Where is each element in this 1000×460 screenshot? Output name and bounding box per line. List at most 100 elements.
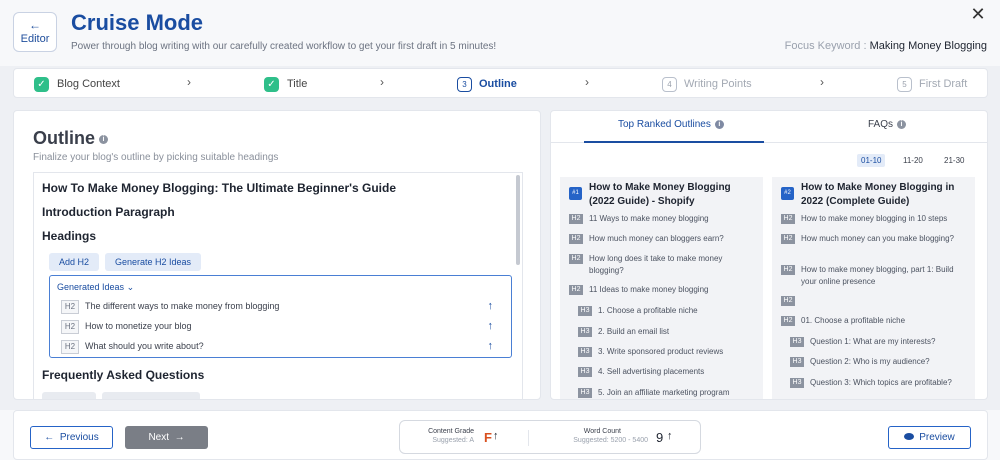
outline-row[interactable]: H3 4. Sell advertising placements: [578, 366, 758, 378]
tab-top-ranked-outlines[interactable]: Top Ranked Outlines i: [618, 119, 724, 130]
range-11-20[interactable]: 11-20: [899, 154, 927, 167]
content-stats: Content Grade Suggested: A F ↑ Word Coun…: [399, 420, 701, 454]
outline-row[interactable]: H2 How to make money blogging in 10 steps: [781, 213, 971, 225]
word-count-suggested: Suggested: 5200 - 5400: [573, 437, 648, 444]
info-icon: i: [897, 119, 907, 129]
step-label: Writing Points: [684, 78, 752, 90]
add-h2-button[interactable]: Add H2: [49, 253, 100, 271]
blog-title[interactable]: How To Make Money Blogging: The Ultimate…: [42, 181, 396, 195]
footer: ← Previous Next → Content Grade Suggeste…: [0, 410, 1000, 460]
range-01-10[interactable]: 01-10: [857, 154, 886, 167]
info-icon[interactable]: i: [99, 134, 108, 144]
tab-faqs[interactable]: FAQs i: [868, 119, 907, 130]
grade-label: Content Grade: [428, 428, 474, 435]
h3-tag: H3: [578, 367, 592, 377]
outline-row[interactable]: H2 11 Ways to make money blogging: [569, 213, 759, 225]
active-tab-indicator: [584, 141, 764, 143]
h2-tag: H2: [781, 316, 795, 326]
arrow-up-icon: ↑: [667, 430, 673, 442]
h2-tag: H2: [569, 234, 583, 244]
step-blog-context[interactable]: ✓ Blog Context: [34, 76, 120, 92]
outline-hint: Finalize your blog's outline by picking …: [33, 152, 279, 163]
rank-badge: #2: [781, 187, 794, 200]
focus-keyword-value: Making Money Blogging: [869, 40, 987, 52]
h2-tag: H2: [569, 285, 583, 295]
generated-ideas-box: Generated Ideas ⌄ H2 The different ways t…: [49, 275, 512, 358]
outline-row[interactable]: H3 5. Join an affiliate marketing program: [578, 387, 758, 399]
faq-heading: Frequently Asked Questions: [42, 368, 205, 382]
idea-item: H2 The different ways to make money from …: [61, 298, 501, 314]
divider: [528, 430, 529, 446]
outline-row[interactable]: H3 Question 1: What are my interests?: [790, 336, 970, 348]
step-label: First Draft: [919, 78, 968, 90]
outline-panel: Outline i Finalize your blog's outline by…: [13, 110, 541, 400]
outline-row[interactable]: H2 11 Ideas to make money blogging: [569, 284, 759, 296]
intro-heading[interactable]: Introduction Paragraph: [42, 205, 175, 219]
card-title[interactable]: How to Make Money Blogging (2022 Guide) …: [589, 181, 759, 209]
outline-editor[interactable]: How To Make Money Blogging: The Ultimate…: [33, 172, 523, 399]
h3-tag: H3: [578, 327, 592, 337]
faq-chip[interactable]: [102, 392, 200, 399]
previous-button[interactable]: ← Previous: [30, 426, 113, 449]
rank-badge: #1: [569, 187, 582, 200]
generate-h2-ideas-button[interactable]: Generate H2 Ideas: [105, 253, 202, 271]
eye-icon: [904, 432, 915, 440]
generated-ideas-toggle[interactable]: Generated Ideas ⌄: [57, 282, 134, 293]
research-panel: Top Ranked Outlines i FAQs i 01-10 11-20 2…: [550, 110, 988, 400]
h2-tag: H2: [61, 339, 79, 354]
step-title[interactable]: ✓ Title: [264, 76, 307, 92]
outline-row[interactable]: H3 Question 2: Who is my audience?: [790, 356, 970, 368]
outline-row[interactable]: H2 How long does it take to make money bl…: [569, 253, 759, 277]
grade-value: F: [484, 430, 492, 445]
outline-row[interactable]: H2 How much money can bloggers earn?: [569, 233, 759, 245]
outline-card: #2 How to Make Money Blogging in 2022 (C…: [772, 177, 975, 399]
outline-row[interactable]: H3 1. Choose a profitable niche: [578, 305, 758, 317]
h2-tag: H2: [781, 265, 795, 275]
arrow-up-icon: ↑: [493, 430, 499, 442]
arrow-left-icon: ←: [29, 18, 41, 32]
scrollbar[interactable]: [516, 175, 520, 265]
card-title[interactable]: How to Make Money Blogging in 2022 (Comp…: [801, 181, 971, 209]
check-icon: ✓: [264, 76, 279, 92]
outline-row[interactable]: H2 How much money can you make blogging?: [781, 233, 971, 245]
h3-tag: H3: [790, 357, 804, 367]
workflow-steps: ✓ Blog Context › ✓ Title › 3 Outline › 4 Wri…: [13, 68, 988, 98]
outline-row[interactable]: H2 How to make money blogging, part 1: Bu…: [781, 264, 971, 288]
step-number: 3: [457, 76, 472, 92]
step-first-draft[interactable]: 5 First Draft: [897, 76, 967, 92]
faq-chip[interactable]: [42, 392, 96, 399]
h3-tag: H3: [790, 337, 804, 347]
h3-tag: H3: [578, 388, 592, 398]
outline-card: #1 How to Make Money Blogging (2022 Guid…: [560, 177, 763, 399]
arrow-up-icon[interactable]: ↑: [488, 298, 494, 314]
info-icon: i: [714, 119, 724, 129]
preview-button[interactable]: Preview: [888, 426, 971, 449]
chevron-right-icon: ›: [380, 75, 384, 89]
range-21-30[interactable]: 21-30: [940, 154, 968, 167]
chevron-right-icon: ›: [585, 75, 589, 89]
h2-tag: H2: [781, 214, 795, 224]
outline-row[interactable]: H3 3. Write sponsored product reviews: [578, 346, 758, 358]
step-writing-points[interactable]: 4 Writing Points: [662, 76, 752, 92]
arrow-up-icon[interactable]: ↑: [488, 318, 494, 334]
next-button[interactable]: Next →: [125, 426, 208, 449]
h3-tag: H3: [578, 347, 592, 357]
h3-tag: H3: [578, 306, 592, 316]
step-label: Blog Context: [57, 78, 120, 90]
step-label: Outline: [479, 78, 517, 90]
outline-row[interactable]: H2 01. Choose a profitable niche: [781, 315, 971, 327]
h2-tag: H2: [61, 299, 79, 314]
h3-tag: H3: [790, 378, 804, 388]
back-to-editor-button[interactable]: ← Editor: [13, 12, 57, 52]
outline-row[interactable]: H3 2. Build an email list: [578, 326, 758, 338]
idea-text: What should you write about?: [85, 341, 204, 351]
arrow-right-icon: →: [174, 432, 185, 443]
arrow-up-icon[interactable]: ↑: [488, 338, 494, 354]
footer-bar: ← Previous Next → Content Grade Suggeste…: [13, 410, 988, 460]
focus-keyword-label: Focus Keyword :: [784, 40, 867, 52]
step-number: 4: [662, 76, 677, 92]
close-icon[interactable]: ✕: [969, 4, 987, 25]
outline-row[interactable]: H3 Question 3: Which topics are profitabl…: [790, 377, 970, 389]
h2-tag: H2: [781, 234, 795, 244]
step-outline[interactable]: 3 Outline: [457, 76, 517, 92]
